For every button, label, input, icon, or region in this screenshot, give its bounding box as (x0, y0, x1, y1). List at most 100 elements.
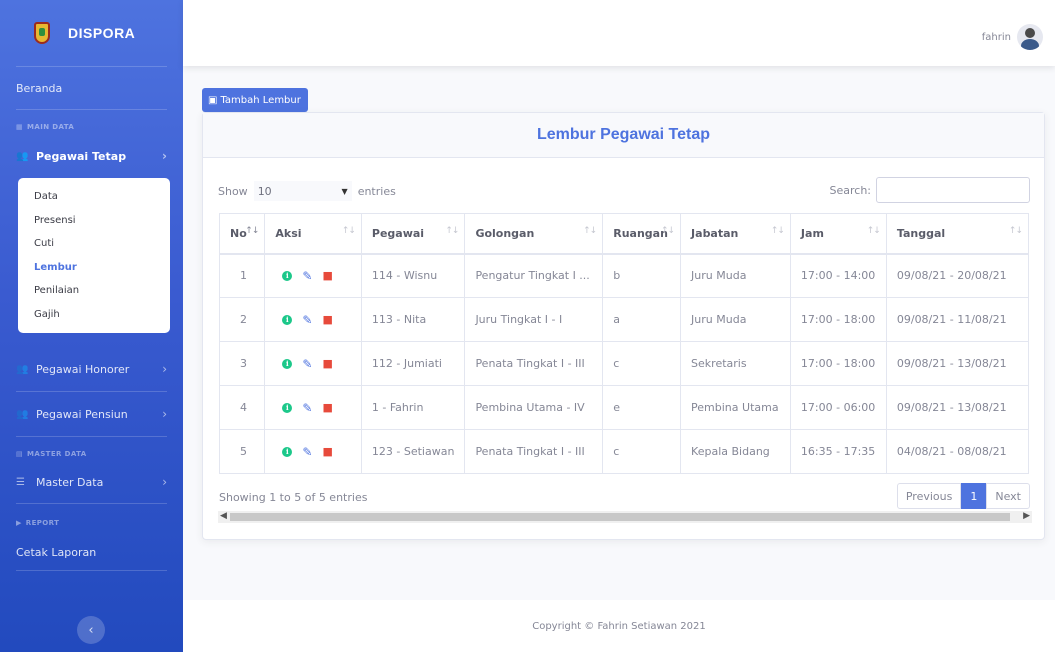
info-icon[interactable]: i (282, 358, 293, 369)
table-icon: ▦ (16, 123, 24, 131)
search-input[interactable] (876, 177, 1030, 203)
column-header-tanggal[interactable]: Tanggal ↑↓ (885, 213, 1030, 255)
pagination: Previous 1 Next (896, 483, 1030, 509)
column-header-aksi[interactable]: Aksi ↑↓ (264, 213, 362, 255)
heading-label: MAIN DATA (27, 123, 75, 131)
sidebar-item-pegawai-pensiun[interactable]: 👥 Pegawai Pensiun › (0, 392, 183, 436)
submenu-item-data[interactable]: Data (18, 185, 170, 209)
trash-icon[interactable]: ■ (322, 445, 332, 458)
cell-ruangan: c (602, 429, 682, 474)
next-button[interactable]: Next (986, 483, 1030, 509)
info-icon[interactable]: i (282, 270, 293, 281)
copyright-text: Copyright © Fahrin Setiawan 2021 (532, 620, 706, 632)
cell-tanggal: 09/08/21 - 13/08/21 (885, 385, 1030, 430)
row-actions: i ✎ ■ (275, 313, 351, 327)
info-icon[interactable]: i (282, 446, 293, 457)
add-lembur-button[interactable]: ▣ Tambah Lembur (202, 88, 308, 112)
sidebar-heading-report: ▶ REPORT (0, 512, 183, 534)
username: fahrin (981, 31, 1011, 43)
submenu-item-gajih[interactable]: Gajih (18, 303, 170, 327)
column-header-ruangan[interactable]: Ruangan ↑↓ (602, 213, 682, 255)
column-header-jabatan[interactable]: Jabatan ↑↓ (680, 213, 791, 255)
table-row: 1 i ✎ ■ 114 - Wisnu Pengatur Tingkat I ... b Ju… (218, 253, 1030, 298)
sidebar-item-label: Pegawai Honorer (36, 362, 130, 376)
cell-aksi: i ✎ ■ (264, 253, 362, 298)
users-icon: 👥 (16, 363, 29, 375)
info-icon[interactable]: i (282, 402, 293, 413)
sort-icon: ↑↓ (341, 226, 356, 236)
trash-icon[interactable]: ■ (322, 401, 332, 414)
cell-golongan: Pembina Utama - IV (464, 385, 604, 430)
cell-tanggal: 09/08/21 - 11/08/21 (885, 297, 1030, 342)
chevron-down-icon: › (162, 149, 167, 163)
cell-jam: 17:00 - 06:00 (789, 385, 887, 430)
topbar: fahrin (183, 0, 1055, 66)
submenu-item-presensi[interactable]: Presensi (18, 209, 170, 233)
edit-icon[interactable]: ✎ (302, 313, 312, 327)
cell-ruangan: a (602, 297, 682, 342)
database-icon: ▤ (16, 450, 24, 458)
submenu-item-cuti[interactable]: Cuti (18, 232, 170, 256)
sidebar-divider (16, 436, 167, 437)
heading-label: MASTER DATA (27, 450, 87, 458)
brand-name: DISPORA (68, 25, 136, 41)
trash-icon[interactable]: ■ (322, 357, 332, 370)
sidebar-divider (16, 503, 167, 504)
column-header-pegawai[interactable]: Pegawai ↑↓ (360, 213, 466, 255)
scroll-right-icon[interactable]: ▶ (1023, 511, 1030, 521)
cell-tanggal: 09/08/21 - 13/08/21 (885, 341, 1030, 386)
avatar (1017, 24, 1043, 50)
row-actions: i ✎ ■ (275, 445, 351, 459)
submenu-item-lembur[interactable]: Lembur (18, 256, 170, 280)
cell-aksi: i ✎ ■ (264, 341, 362, 386)
sidebar-heading-master: ▤ MASTER DATA (0, 443, 183, 465)
edit-icon[interactable]: ✎ (302, 445, 312, 459)
sidebar-toggle-button[interactable]: ‹ (77, 616, 105, 644)
scroll-left-icon[interactable]: ◀ (220, 511, 227, 521)
cell-no: 4 (218, 385, 266, 430)
sort-icon: ↑↓ (245, 226, 259, 236)
edit-icon[interactable]: ✎ (302, 401, 312, 415)
user-menu[interactable]: fahrin (982, 24, 1043, 50)
cell-no: 5 (218, 429, 266, 474)
sidebar-item-pegawai-tetap[interactable]: 👥 Pegawai Tetap › (0, 138, 183, 174)
cell-jabatan: Kepala Bidang (680, 429, 791, 474)
column-header-jam[interactable]: Jam ↑↓ (789, 213, 887, 255)
sidebar-heading-main: ▦ MAIN DATA (0, 116, 183, 138)
sort-icon: ↑↓ (660, 226, 675, 236)
sidebar-divider (16, 570, 167, 571)
cell-golongan: Pengatur Tingkat I ... (464, 253, 604, 298)
table-row: 5 i ✎ ■ 123 - Setiawan Penata Tingkat I - III… (218, 429, 1030, 474)
entries-select[interactable]: 10 ▼ (252, 180, 353, 202)
edit-icon[interactable]: ✎ (302, 357, 312, 371)
sidebar-item-label: Cetak Laporan (16, 545, 97, 559)
horizontal-scrollbar[interactable]: ◀ ▶ (218, 511, 1032, 523)
submenu-pegawai-tetap: Data Presensi Cuti Lembur Penilaian Gaji… (18, 178, 170, 333)
table-info: Showing 1 to 5 of 5 entries (219, 491, 368, 504)
submenu-item-penilaian[interactable]: Penilaian (18, 279, 170, 303)
sidebar-item-cetak-laporan[interactable]: Cetak Laporan (0, 534, 183, 570)
column-header-no[interactable]: No ↑↓ (218, 213, 266, 255)
caret-down-icon: ▼ (341, 186, 348, 196)
edit-icon[interactable]: ✎ (302, 269, 312, 283)
entries-length: Show 10 ▼ entries (218, 180, 396, 202)
sort-icon: ↑↓ (583, 226, 597, 236)
page-1-button[interactable]: 1 (961, 483, 987, 509)
cell-pegawai: 1 - Fahrin (360, 385, 466, 430)
trash-icon[interactable]: ■ (322, 269, 332, 282)
sidebar-item-pegawai-honorer[interactable]: 👥 Pegawai Honorer › (0, 347, 183, 391)
previous-button[interactable]: Previous (896, 483, 962, 509)
column-header-golongan[interactable]: Golongan ↑↓ (464, 213, 604, 255)
sidebar-item-master-data[interactable]: ☰ Master Data › (0, 465, 183, 499)
cell-pegawai: 123 - Setiawan (360, 429, 466, 474)
scrollbar-thumb[interactable] (230, 513, 1010, 521)
info-icon[interactable]: i (282, 314, 293, 325)
trash-icon[interactable]: ■ (322, 313, 332, 326)
entries-label: entries (357, 184, 396, 198)
cell-jabatan: Juru Muda (680, 297, 791, 342)
users-icon: 👥 (16, 150, 29, 162)
brand[interactable]: DISPORA (0, 0, 183, 66)
sidebar-item-beranda[interactable]: Beranda (0, 67, 183, 109)
cell-aksi: i ✎ ■ (264, 297, 362, 342)
chevron-right-icon: › (162, 407, 167, 421)
